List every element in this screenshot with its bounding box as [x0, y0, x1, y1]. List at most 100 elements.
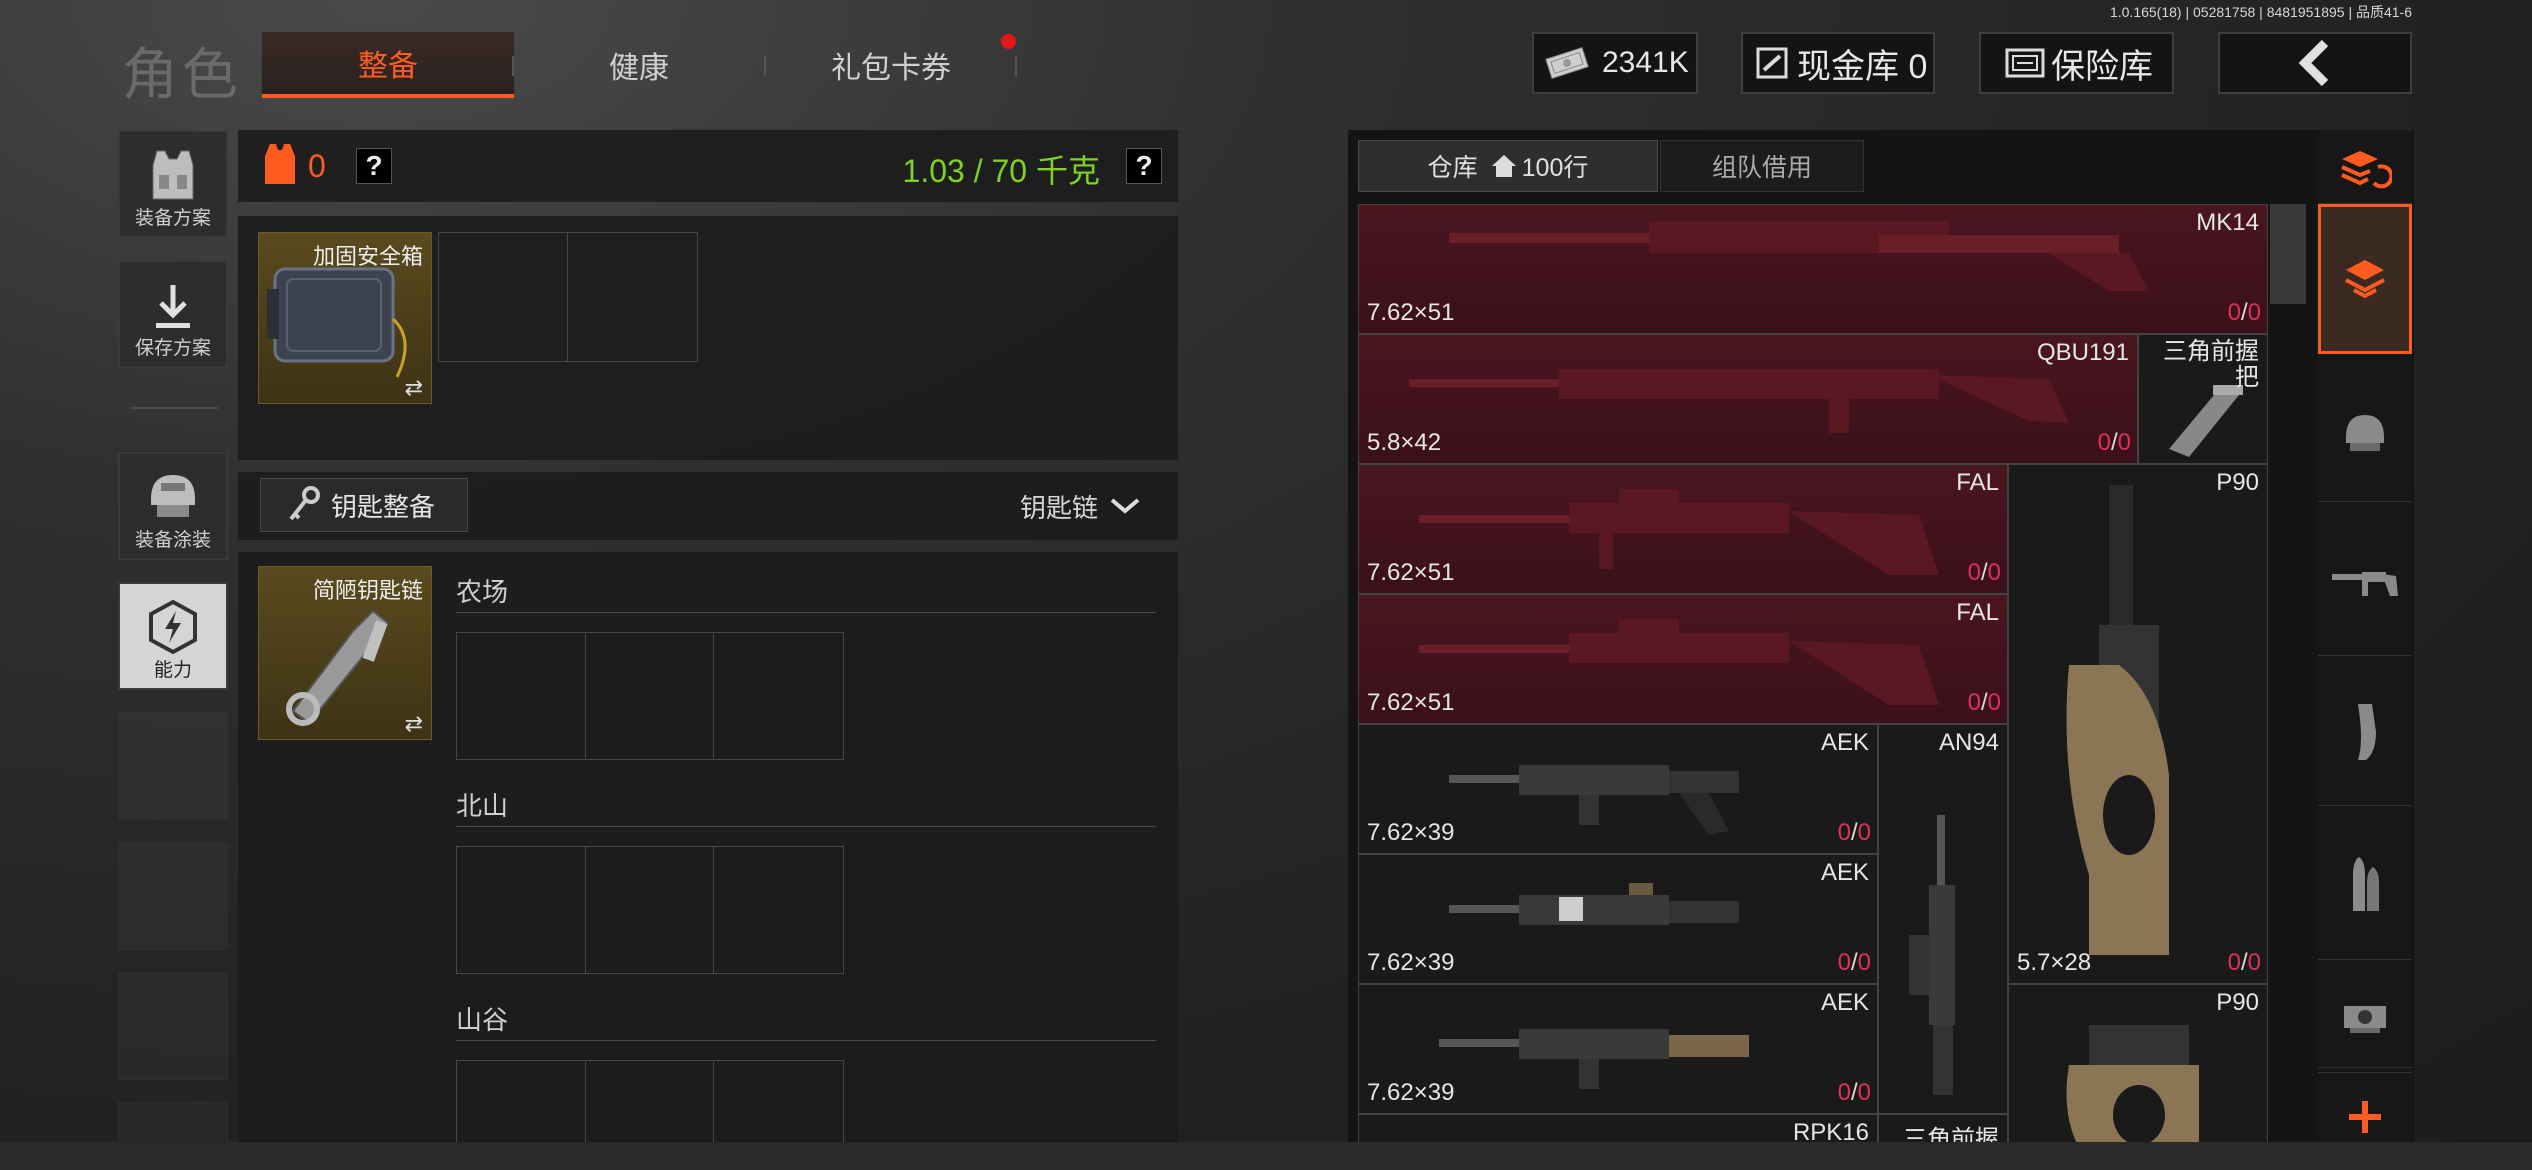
category-magazine[interactable] [2318, 658, 2412, 806]
tab-equip[interactable]: 整备 [262, 32, 514, 98]
empty-slot [118, 842, 228, 950]
rifle-image [1409, 369, 2069, 433]
key-loadout-label: 钥匙整备 [331, 491, 436, 522]
item-name: P90 [2216, 469, 2259, 496]
keychain-dropdown-label: 钥匙链 [1020, 492, 1099, 523]
storage-item-p90[interactable]: P90 [2008, 984, 2268, 1162]
notification-badge [1001, 34, 1016, 49]
storage-rows-label: 100行 [1521, 154, 1589, 182]
help-button[interactable]: ? [356, 148, 392, 184]
refresh-button[interactable] [2318, 130, 2412, 204]
ability-button[interactable]: 能力 [118, 582, 228, 690]
tab-label: 礼包卡券 [831, 52, 951, 85]
tab-team-borrow[interactable]: 组队借用 [1660, 140, 1864, 192]
weight-help-button[interactable]: ? [1126, 148, 1162, 184]
tab-health[interactable]: 健康 [514, 32, 764, 98]
keychain-item[interactable]: 简陋钥匙链 ⇄ [258, 566, 432, 740]
chevron-down-icon [1110, 498, 1140, 514]
category-scope[interactable] [2318, 964, 2412, 1068]
smg-image [2066, 1025, 2199, 1162]
chevron-left-icon [2298, 39, 2329, 87]
area-divider [456, 612, 1156, 613]
sidebar-label: 装备涂装 [134, 530, 211, 551]
tab-storage[interactable]: 仓库 100行 [1358, 140, 1658, 192]
magazine-icon [2358, 703, 2376, 760]
storage-item-qbu191[interactable]: QBU191 5.8×42 0/0 [1358, 334, 2138, 464]
item-name: MK14 [2196, 209, 2259, 236]
item-name: AEK [1820, 859, 1869, 886]
sidebar-divider [130, 407, 218, 409]
loadout-plan-button[interactable]: 装备方案 [118, 130, 228, 238]
storage-item-mk14[interactable]: MK14 7.62×51 0/0 [1358, 204, 2268, 334]
item-caliber: 5.7×28 [2017, 949, 2092, 976]
rifle-image [1419, 489, 1939, 575]
key-slots[interactable] [456, 632, 844, 760]
vault-icon [1756, 47, 1788, 79]
item-count: 0/0 [1837, 819, 1871, 846]
tab-label: 整备 [358, 50, 418, 83]
key-loadout-button[interactable]: 钥匙整备 [260, 478, 468, 532]
storage-tab-label: 仓库 [1427, 154, 1478, 182]
swap-icon: ⇄ [404, 375, 423, 400]
item-name: AN94 [1938, 729, 1999, 756]
storage-item-aek[interactable]: AEK 7.62×39 0/0 [1358, 984, 1878, 1114]
key-icon [289, 486, 320, 521]
empty-slot [118, 712, 228, 820]
rifle-image [1909, 815, 1955, 1095]
cash-vault-button[interactable]: 现金库 0 [1741, 32, 1935, 94]
insurance-label: 保险库 [2051, 47, 2153, 86]
tab-gift[interactable]: 礼包卡券 [766, 32, 1016, 98]
safe-box-item[interactable]: 加固安全箱 ⇄ [258, 232, 432, 404]
item-caliber: 5.8×42 [1367, 429, 1442, 456]
item-count: 0/0 [1967, 689, 2001, 716]
key-slots[interactable] [456, 846, 844, 974]
storage-item-an94[interactable]: AN94 [1878, 724, 2008, 1114]
item-caliber: 7.62×51 [1367, 689, 1455, 716]
tab-label: 健康 [609, 52, 669, 85]
insurance-button[interactable]: 保险库 [1979, 32, 2174, 94]
money-display[interactable]: 2341K [1532, 32, 1698, 94]
rifle-image [1449, 221, 2149, 291]
item-count: 0/0 [2227, 299, 2261, 326]
layers-refresh-icon [2341, 150, 2392, 188]
safe-box-image [267, 267, 407, 378]
cash-icon [1545, 46, 1589, 80]
item-name: QBU191 [2036, 339, 2129, 366]
scrollbar-thumb[interactable] [2270, 204, 2306, 304]
save-plan-button[interactable]: 保存方案 [118, 260, 228, 368]
rifle-image [1449, 765, 1739, 835]
storage-item-aek[interactable]: AEK 7.62×39 0/0 [1358, 724, 1878, 854]
item-count: 0/0 [2227, 949, 2261, 976]
category-helmet[interactable] [2318, 362, 2412, 502]
back-button[interactable] [2218, 32, 2412, 94]
sidebar-label: 装备方案 [134, 208, 211, 229]
storage-item-aek[interactable]: AEK 7.62×39 0/0 [1358, 854, 1878, 984]
keychain-dropdown[interactable]: 钥匙链 [1020, 482, 1170, 530]
weight-text: 1.03 / 70 千克 [902, 153, 1100, 189]
category-all[interactable] [2318, 204, 2412, 354]
ammo-icon [2353, 856, 2379, 911]
area-label: 山谷 [456, 1005, 509, 1035]
rifle-image [1449, 883, 1739, 925]
download-icon [156, 285, 190, 328]
safe-box-slots[interactable] [438, 232, 698, 362]
version-text: 1.0.165(18) | 05281758 | 8481951895 | 品质… [2109, 4, 2412, 20]
safe-icon [2005, 48, 2045, 78]
storage-item-p90[interactable]: P90 5.7×28 0/0 [2008, 464, 2268, 984]
item-caliber: 7.62×51 [1367, 559, 1455, 586]
area-divider [456, 1040, 1156, 1041]
storage-item-fal[interactable]: FAL 7.62×51 0/0 [1358, 594, 2008, 724]
storage-item-fal[interactable]: FAL 7.62×51 0/0 [1358, 464, 2008, 594]
storage-item-grip[interactable]: 三角前握把 [2138, 334, 2268, 464]
equipment-skin-button[interactable]: 装备涂装 [118, 452, 228, 560]
sidebar-label: 保存方案 [134, 338, 211, 359]
area-label: 农场 [456, 577, 509, 607]
item-count: 0/0 [2097, 429, 2131, 456]
scope-icon [2344, 1005, 2386, 1033]
armor-count: 0 [308, 148, 326, 184]
vest-icon [152, 150, 194, 200]
category-ammo[interactable] [2318, 810, 2412, 960]
category-rifle[interactable] [2318, 508, 2412, 656]
item-count: 0/0 [1967, 559, 2001, 586]
armor-icon [265, 144, 295, 184]
